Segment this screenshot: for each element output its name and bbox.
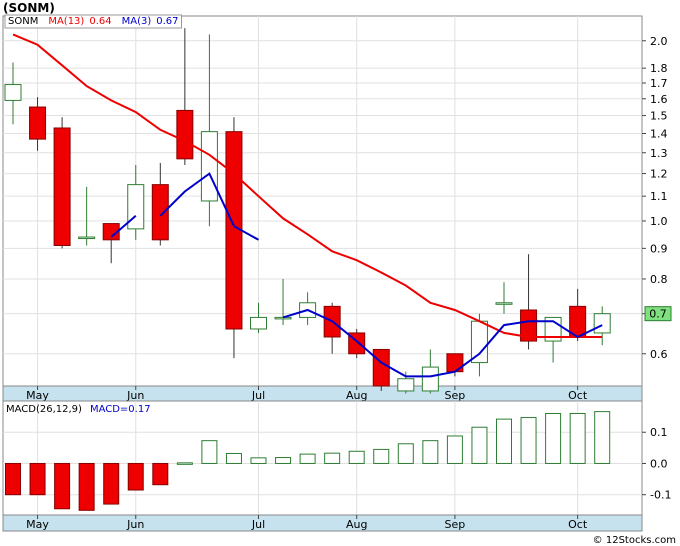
price-x-label: Jul: [251, 389, 265, 402]
macd-bar: [127, 462, 144, 491]
last-price-label: 0.7: [649, 308, 667, 321]
macd-bar: [54, 462, 71, 510]
price-frame: [2, 15, 643, 402]
price-tick-label: 1.1: [650, 190, 668, 203]
candle-body: [250, 316, 267, 330]
macd-legend: MACD(26,12,9) MACD=0.17: [6, 404, 151, 415]
price-tick-label: 1.4: [650, 127, 668, 140]
macd-panel: 0.1 0.0 -0.1 MACD(26,12,9) MACD=0.17 May Jun Ju…: [2, 400, 671, 532]
macd-bar: [545, 412, 562, 464]
candle-body: [78, 236, 96, 240]
legend-ma13-value: 0.64: [89, 16, 111, 27]
macd-x-label: Sep: [445, 518, 466, 531]
candle-body: [274, 316, 292, 320]
candle-body: [397, 378, 415, 392]
footer-credit: © 12Stocks.com: [593, 535, 676, 546]
candle-body: [421, 366, 439, 392]
candle-body: [593, 313, 611, 334]
price-x-label: Sep: [445, 389, 466, 402]
macd-bar: [299, 453, 316, 464]
macd-x-label: May: [26, 518, 49, 531]
macd-bar: [520, 417, 537, 464]
macd-bar: [5, 462, 21, 496]
candle-body: [470, 320, 488, 364]
price-tick-label: 1.2: [650, 168, 668, 181]
macd-bar: [324, 452, 341, 464]
candle-body: [446, 353, 464, 373]
price-tick-label: 1.8: [650, 62, 668, 75]
macd-bar: [152, 462, 169, 486]
price-x-label: May: [26, 389, 49, 402]
macd-bar: [29, 462, 46, 496]
macd-bar: [397, 443, 414, 464]
macd-tick-label: 0.1: [650, 426, 668, 439]
legend-symbol: SONM: [8, 16, 38, 27]
candle-body: [151, 184, 169, 241]
macd-x-label: Oct: [568, 518, 588, 531]
macd-bar: [78, 462, 95, 511]
price-tick-label: 1.0: [650, 215, 668, 228]
price-tick-label: 0.8: [650, 273, 668, 286]
macd-tick-label: -0.1: [650, 489, 671, 502]
candle-body: [4, 84, 22, 101]
legend-ma3-label: MA(3): [122, 16, 152, 27]
legend-macd-label: MACD(26,12,9): [6, 404, 82, 415]
price-tick-label: 1.6: [650, 93, 668, 106]
macd-bar: [471, 426, 488, 464]
candle-body: [372, 348, 390, 387]
macd-bar: [103, 462, 120, 505]
price-x-label: Aug: [346, 389, 367, 402]
macd-bar: [594, 411, 611, 464]
macd-x-label: Jun: [126, 518, 144, 531]
price-x-label: Oct: [568, 389, 588, 402]
price-panel: 0.6 0.7 0.8 0.9 1.0 1.1 1.2 1.3 1.4 1.5 1.6 1.7 1.8 2…: [2, 14, 672, 402]
stock-chart: (SONM) 0.6 0.7 0.8 0.9 1.0 1.1 1.2 1.3 1.4 1.5 1.6…: [2, 1, 676, 546]
macd-tick-label: 0.0: [650, 457, 668, 470]
legend-macd-value-label: MACD=0.17: [90, 404, 151, 415]
macd-bar: [496, 418, 512, 464]
macd-bar: [422, 440, 439, 464]
macd-x-label: Aug: [346, 518, 367, 531]
price-tick-label: 0.6: [650, 348, 668, 361]
candle-body: [53, 127, 71, 246]
price-tick-label: 1.7: [650, 77, 668, 90]
candle-body: [127, 184, 145, 230]
candle-body: [200, 131, 218, 202]
macd-bar: [275, 457, 292, 464]
macd-bar: [446, 435, 463, 464]
price-tick-label: 1.5: [650, 110, 668, 123]
macd-bar: [569, 412, 586, 464]
macd-date-band: [2, 514, 643, 532]
chart-title: (SONM): [3, 1, 55, 15]
macd-bar: [176, 462, 193, 465]
candle-body: [495, 302, 513, 305]
price-tick-label: 0.9: [650, 242, 668, 255]
macd-bar: [348, 450, 365, 464]
macd-bar: [250, 457, 267, 464]
legend-ma13-label: MA(13): [48, 16, 84, 27]
candle-body: [29, 106, 47, 140]
price-date-band: [2, 385, 643, 402]
macd-bar: [373, 448, 390, 464]
price-tick-label: 1.3: [650, 147, 668, 160]
macd-bar: [201, 440, 218, 464]
macd-x-label: Jul: [251, 518, 265, 531]
candle-body: [176, 109, 194, 160]
macd-bar: [225, 452, 242, 464]
price-tick-label: 2.0: [650, 35, 668, 48]
legend-ma3-value: 0.67: [156, 16, 178, 27]
price-x-label: Jun: [126, 389, 144, 402]
